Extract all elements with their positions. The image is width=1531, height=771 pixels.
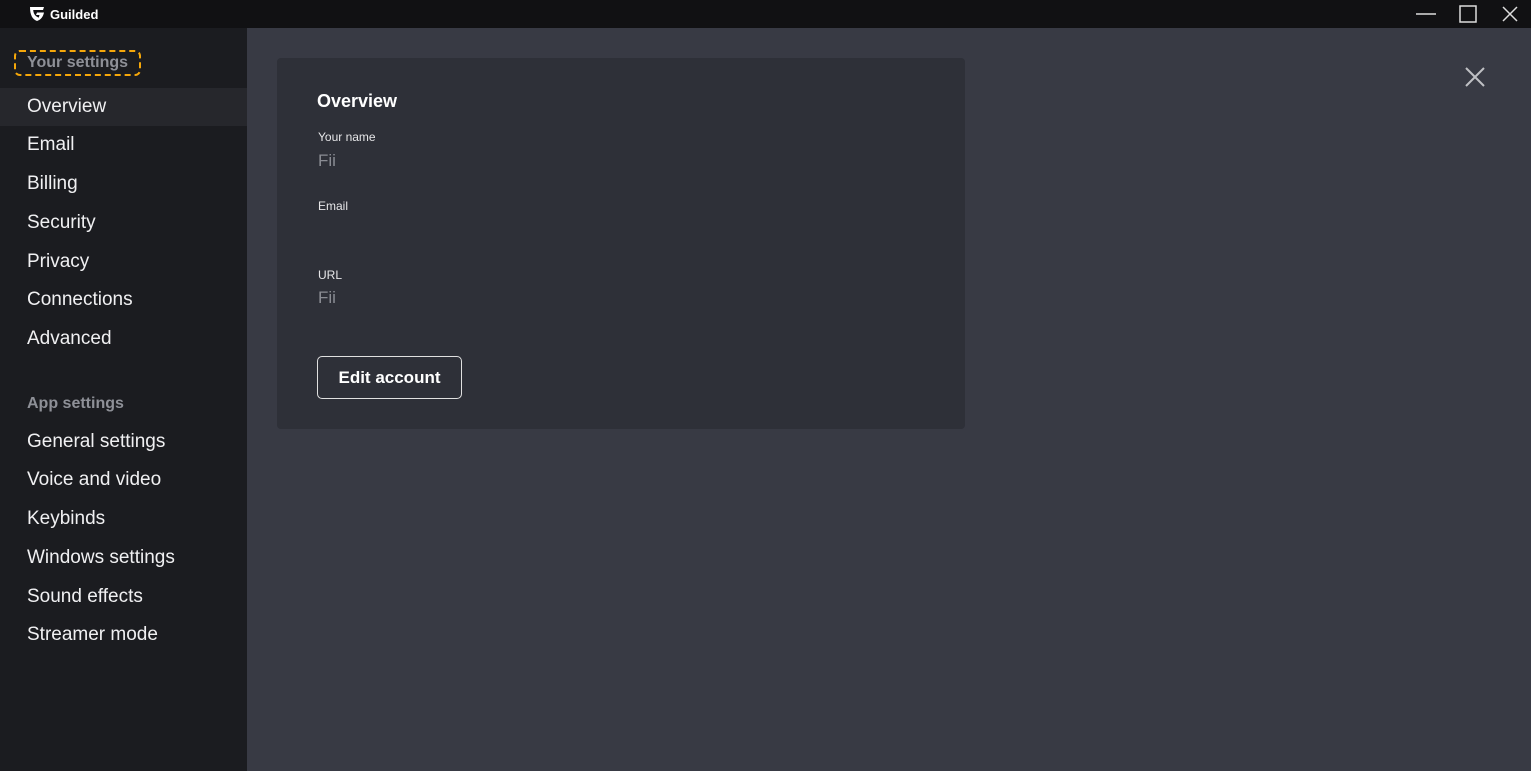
minimize-button[interactable]: [1405, 0, 1447, 28]
sidebar-item-sound-effects[interactable]: Sound effects: [0, 578, 247, 616]
email-label: Email: [318, 199, 349, 213]
guilded-logo-icon: [30, 7, 44, 21]
window-close-button[interactable]: [1489, 0, 1531, 28]
settings-sidebar: Your settings Overview Email Billing Sec…: [0, 28, 247, 771]
sidebar-item-privacy[interactable]: Privacy: [0, 243, 247, 281]
url-value: Fii: [318, 288, 336, 307]
sidebar-item-windows-settings[interactable]: Windows settings: [0, 539, 247, 577]
close-icon: [1502, 6, 1518, 22]
section-heading-app-settings: App settings: [27, 395, 124, 412]
page-title: Overview: [317, 91, 398, 111]
title-bar: Guilded: [0, 0, 1531, 28]
maximize-button[interactable]: [1447, 0, 1489, 28]
edit-account-button[interactable]: Edit account: [317, 356, 462, 399]
close-icon: [1465, 67, 1485, 87]
name-value: Fii: [318, 151, 336, 170]
name-label: Your name: [318, 130, 376, 144]
sidebar-item-connections[interactable]: Connections: [0, 281, 247, 319]
url-label: URL: [318, 268, 343, 282]
sidebar-item-voice-and-video[interactable]: Voice and video: [0, 461, 247, 499]
sidebar-item-email[interactable]: Email: [0, 126, 247, 164]
section-heading-your-settings: Your settings: [14, 50, 142, 76]
close-settings-button[interactable]: [1463, 65, 1487, 89]
sidebar-item-security[interactable]: Security: [0, 204, 247, 242]
sidebar-item-keybinds[interactable]: Keybinds: [0, 500, 247, 538]
sidebar-item-overview[interactable]: Overview: [0, 88, 247, 126]
overview-card: Overview Your name Fii Email URL Fii Edi…: [277, 58, 965, 429]
sidebar-item-advanced[interactable]: Advanced: [0, 320, 247, 358]
app-title: Guilded: [50, 6, 99, 22]
maximize-icon: [1459, 5, 1477, 23]
sidebar-item-billing[interactable]: Billing: [0, 165, 247, 203]
app-logo: Guilded: [29, 7, 98, 22]
minimize-icon: [1416, 13, 1436, 15]
sidebar-item-streamer-mode[interactable]: Streamer mode: [0, 616, 247, 654]
sidebar-item-general-settings[interactable]: General settings: [0, 423, 247, 461]
